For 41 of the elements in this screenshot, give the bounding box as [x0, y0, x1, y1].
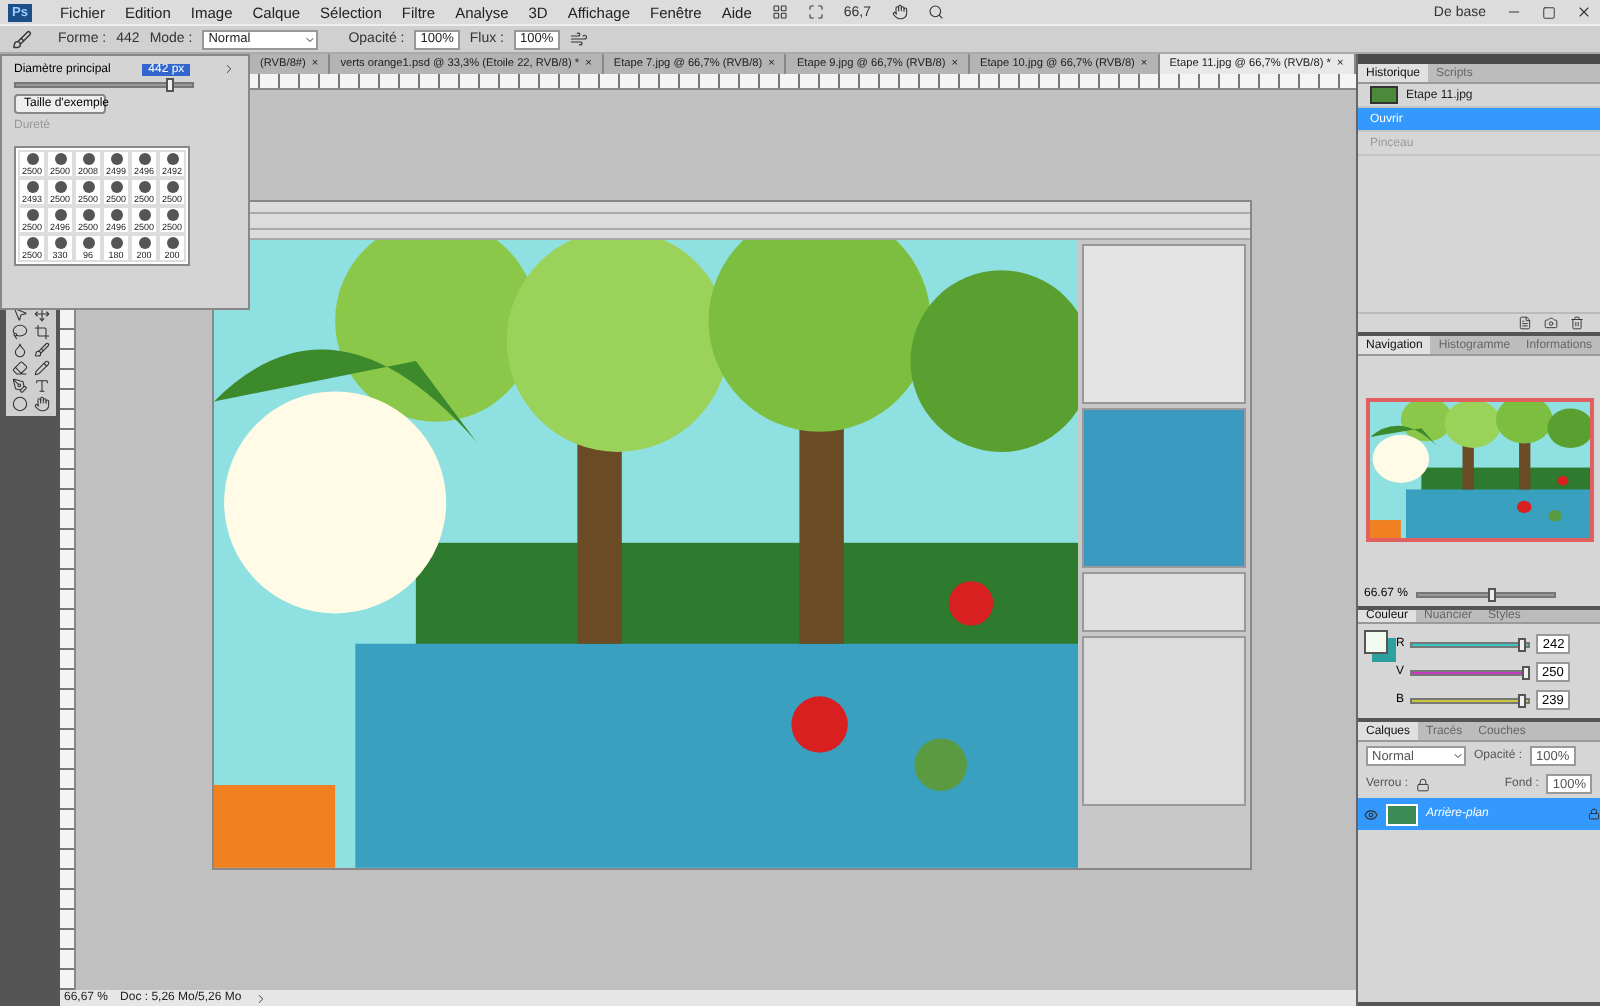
eye-icon[interactable]: [1364, 807, 1378, 821]
channel-slider[interactable]: [1410, 641, 1531, 647]
tool-icon[interactable]: [33, 378, 49, 394]
slider-thumb[interactable]: [1521, 665, 1530, 679]
tool-icon[interactable]: [11, 378, 27, 394]
channel-slider[interactable]: [1410, 669, 1531, 675]
document-icon[interactable]: [1518, 316, 1532, 330]
zoom-slider[interactable]: [1416, 591, 1557, 597]
channel-slider[interactable]: [1410, 697, 1531, 703]
tool-icon[interactable]: [33, 396, 49, 412]
camera-icon[interactable]: [1544, 316, 1558, 330]
caret-icon: [1452, 750, 1464, 762]
trash-icon[interactable]: [1570, 316, 1584, 330]
play-icon[interactable]: [253, 991, 268, 1005]
slider-thumb[interactable]: [166, 78, 175, 92]
slider-thumb[interactable]: [1518, 637, 1527, 651]
screen-mode-icon[interactable]: [807, 4, 824, 20]
slider-thumb[interactable]: [1517, 693, 1526, 707]
caret-icon: [304, 33, 317, 45]
airbrush-icon[interactable]: [569, 30, 588, 48]
zoom-icon[interactable]: [927, 4, 943, 20]
close-icon[interactable]: [1576, 4, 1592, 20]
slider-thumb[interactable]: [1488, 587, 1497, 601]
hand-icon[interactable]: [891, 4, 907, 20]
tool-icon[interactable]: [11, 324, 27, 340]
tool-icon[interactable]: [33, 324, 49, 340]
tool-icon[interactable]: [33, 342, 49, 358]
tool-icon[interactable]: [11, 360, 27, 376]
diameter-slider[interactable]: [14, 82, 194, 88]
grid-icon[interactable]: [771, 4, 788, 20]
layer-thumbnail: [1386, 803, 1418, 825]
lock-icon: [1588, 808, 1600, 820]
brush-icon[interactable]: [12, 29, 32, 49]
tool-icon[interactable]: [33, 306, 49, 322]
tool-icon[interactable]: [33, 360, 49, 376]
tool-icon[interactable]: [11, 306, 27, 322]
maximize-icon[interactable]: [1542, 5, 1556, 19]
tool-icon[interactable]: [11, 342, 27, 358]
lock-icon[interactable]: [1416, 777, 1431, 791]
snapshot-thumbnail: [1370, 86, 1398, 104]
tool-icon[interactable]: [11, 396, 27, 412]
